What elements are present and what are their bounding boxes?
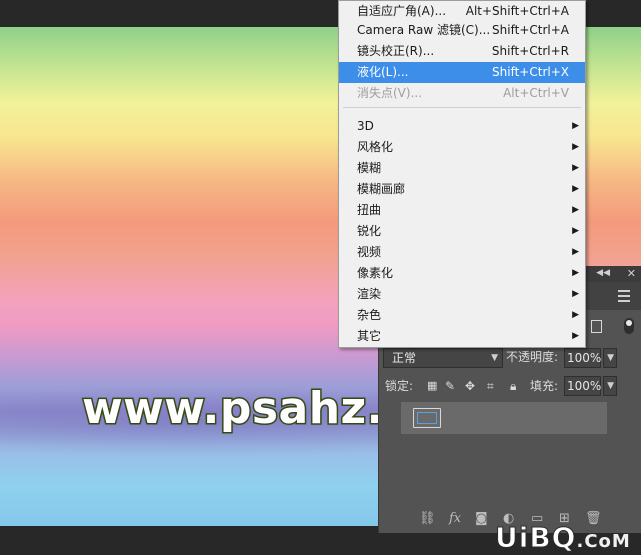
submenu-arrow-icon: ▶ (572, 205, 579, 215)
opacity-value: 100% (567, 351, 602, 365)
lock-position-icon[interactable]: ✥ (465, 377, 475, 395)
link-icon[interactable]: ⛓ (419, 511, 436, 526)
lock-label: 锁定: (385, 379, 414, 393)
submenu-arrow-icon: ▶ (572, 142, 579, 152)
fill-dropdown[interactable]: ▼ (603, 376, 617, 396)
submenu-arrow-icon: ▶ (572, 163, 579, 173)
submenu-blur[interactable]: 模糊 ▶ (339, 158, 585, 179)
submenu-arrow-icon: ▶ (572, 121, 579, 131)
submenu-blur-gallery[interactable]: 模糊画廊 ▶ (339, 179, 585, 200)
thumbnail-frame (417, 412, 437, 424)
filter-menu: 自适应广角(A)... Alt+Shift+Ctrl+A Camera Raw … (338, 0, 586, 348)
submenu-label: 像素化 (357, 266, 394, 280)
submenu-label: 3D (357, 119, 374, 133)
opacity-label: 不透明度: (506, 350, 559, 364)
submenu-stylize[interactable]: 风格化 ▶ (339, 137, 585, 158)
opacity-dropdown[interactable]: ▼ (603, 348, 617, 368)
menu-item-liquify[interactable]: 液化(L)... Shift+Ctrl+X (339, 62, 585, 83)
submenu-arrow-icon: ▶ (572, 331, 579, 341)
lock-pixels-icon[interactable]: ✎ (445, 377, 455, 395)
submenu-arrow-icon: ▶ (572, 184, 579, 194)
menu-item-camera-raw-filter[interactable]: Camera Raw 滤镜(C)... Shift+Ctrl+A (339, 20, 585, 41)
submenu-label: 视频 (357, 245, 382, 259)
chevron-down-icon: ▼ (491, 353, 498, 363)
menu-item-label: 自适应广角(A)... (357, 4, 447, 18)
submenu-label: 锐化 (357, 224, 382, 238)
site-logo-suffix: .CoM (576, 531, 631, 552)
fill-label: 填充: (530, 379, 559, 393)
panel-menu-icon[interactable] (618, 290, 630, 302)
site-logo-main: UiBQ (494, 521, 577, 555)
submenu-other[interactable]: 其它 ▶ (339, 326, 585, 347)
submenu-pixelate[interactable]: 像素化 ▶ (339, 263, 585, 284)
chevron-down-icon: ▼ (607, 353, 614, 363)
layer-thumbnail[interactable] (413, 408, 441, 428)
filter-type-icon[interactable] (591, 320, 602, 333)
submenu-render[interactable]: 渲染 ▶ (339, 284, 585, 305)
submenu-distort[interactable]: 扭曲 ▶ (339, 200, 585, 221)
menu-item-label: 消失点(V)... (357, 86, 423, 100)
submenu-label: 风格化 (357, 140, 394, 154)
blend-mode-value: 正常 (392, 351, 417, 365)
submenu-arrow-icon: ▶ (572, 226, 579, 236)
lock-artboard-icon[interactable]: ⌗ (487, 377, 494, 395)
lock-transparent-icon[interactable]: ▦ (427, 377, 437, 395)
filter-toggle[interactable] (624, 318, 634, 334)
submenu-arrow-icon: ▶ (572, 310, 579, 320)
submenu-label: 渲染 (357, 287, 382, 301)
fill-input[interactable]: 100% (564, 376, 601, 396)
submenu-label: 杂色 (357, 308, 382, 322)
menu-item-shortcut: Shift+Ctrl+R (491, 44, 569, 58)
blend-mode-select[interactable]: 正常 ▼ (383, 348, 503, 368)
menu-item-shortcut: Alt+Ctrl+V (503, 86, 569, 100)
lock-all-icon[interactable]: 🔒︎ (510, 377, 516, 395)
menu-item-lens-correction[interactable]: 镜头校正(R)... Shift+Ctrl+R (339, 41, 585, 62)
menu-item-label: Camera Raw 滤镜(C)... (357, 23, 491, 37)
menu-separator (343, 107, 581, 108)
menu-item-adaptive-wide-angle[interactable]: 自适应广角(A)... Alt+Shift+Ctrl+A (339, 1, 585, 22)
menu-item-shortcut: Shift+Ctrl+X (492, 65, 569, 79)
submenu-noise[interactable]: 杂色 ▶ (339, 305, 585, 326)
submenu-arrow-icon: ▶ (572, 247, 579, 257)
submenu-label: 扭曲 (357, 203, 382, 217)
submenu-sharpen[interactable]: 锐化 ▶ (339, 221, 585, 242)
collapse-icon[interactable]: ◀◀ (596, 268, 610, 278)
mask-icon[interactable]: ◙ (475, 511, 488, 526)
fx-icon[interactable]: fx (449, 511, 461, 526)
site-logo: UiBQ.CoM (494, 521, 631, 555)
opacity-input[interactable]: 100% (564, 348, 601, 368)
submenu-arrow-icon: ▶ (572, 289, 579, 299)
submenu-arrow-icon: ▶ (572, 268, 579, 278)
chevron-down-icon: ▼ (607, 381, 614, 391)
submenu-label: 模糊 (357, 161, 382, 175)
menu-item-label: 液化(L)... (357, 65, 409, 79)
submenu-3d[interactable]: 3D ▶ (339, 116, 585, 137)
close-icon[interactable]: ✕ (627, 267, 636, 280)
menu-item-vanishing-point: 消失点(V)... Alt+Ctrl+V (339, 83, 585, 104)
submenu-label: 模糊画廊 (357, 182, 406, 196)
menu-item-label: 镜头校正(R)... (357, 44, 435, 58)
submenu-label: 其它 (357, 329, 382, 343)
menu-item-shortcut: Alt+Shift+Ctrl+A (465, 4, 569, 18)
fill-value: 100% (567, 379, 602, 393)
menu-item-shortcut: Shift+Ctrl+A (492, 23, 569, 37)
submenu-video[interactable]: 视频 ▶ (339, 242, 585, 263)
